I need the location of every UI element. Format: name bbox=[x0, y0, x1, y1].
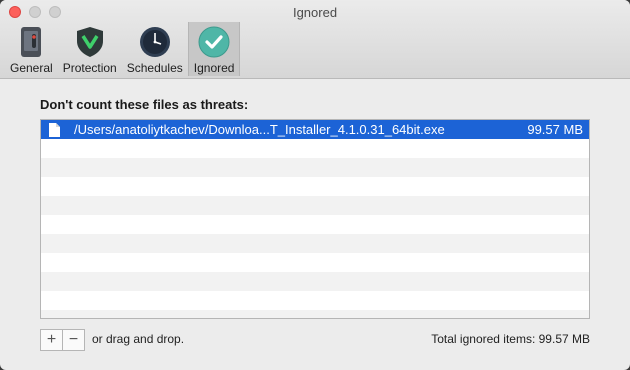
file-size: 99.57 MB bbox=[527, 122, 583, 137]
empty-row bbox=[41, 215, 589, 234]
app-window: Ignored General Protection Schedules Ign… bbox=[0, 0, 630, 370]
checkmark-icon bbox=[198, 26, 230, 58]
window-title: Ignored bbox=[292, 5, 338, 20]
drag-drop-hint: or drag and drop. bbox=[92, 332, 185, 346]
file-path: /Users/anatoliytkachev/Downloa...T_Insta… bbox=[74, 122, 445, 137]
phone-switch-icon bbox=[21, 27, 42, 57]
tab-protection-label: Protection bbox=[62, 61, 117, 75]
tab-schedules[interactable]: Schedules bbox=[122, 22, 188, 76]
total-ignored-size: Total ignored items: 99.57 MB bbox=[431, 332, 590, 346]
empty-row bbox=[41, 310, 589, 318]
add-remove-controls: + − bbox=[40, 329, 85, 351]
tab-schedules-label: Schedules bbox=[126, 61, 183, 75]
tab-ignored[interactable]: Ignored bbox=[187, 22, 241, 76]
clock-icon bbox=[139, 27, 170, 57]
shield-icon bbox=[76, 27, 103, 57]
tab-protection[interactable]: Protection bbox=[58, 22, 122, 76]
empty-row bbox=[41, 177, 589, 196]
remove-button[interactable]: − bbox=[63, 330, 84, 350]
list-item[interactable]: /Users/anatoliytkachev/Downloa...T_Insta… bbox=[41, 120, 589, 139]
document-icon bbox=[49, 122, 60, 137]
titlebar: Ignored General Protection Schedules Ign… bbox=[0, 0, 630, 79]
tab-general[interactable]: General bbox=[5, 22, 58, 76]
preferences-toolbar: General Protection Schedules Ignored bbox=[5, 22, 241, 78]
empty-row bbox=[41, 234, 589, 253]
empty-row bbox=[41, 291, 589, 310]
empty-row bbox=[41, 196, 589, 215]
tab-general-label: General bbox=[10, 61, 53, 75]
empty-row bbox=[41, 158, 589, 177]
empty-row bbox=[41, 253, 589, 272]
empty-row bbox=[41, 272, 589, 291]
tab-ignored-label: Ignored bbox=[193, 61, 235, 75]
empty-row bbox=[41, 139, 589, 158]
add-button[interactable]: + bbox=[41, 330, 63, 350]
ignored-files-heading: Don't count these files as threats: bbox=[40, 97, 249, 112]
ignored-files-list[interactable]: /Users/anatoliytkachev/Downloa...T_Insta… bbox=[40, 119, 590, 319]
